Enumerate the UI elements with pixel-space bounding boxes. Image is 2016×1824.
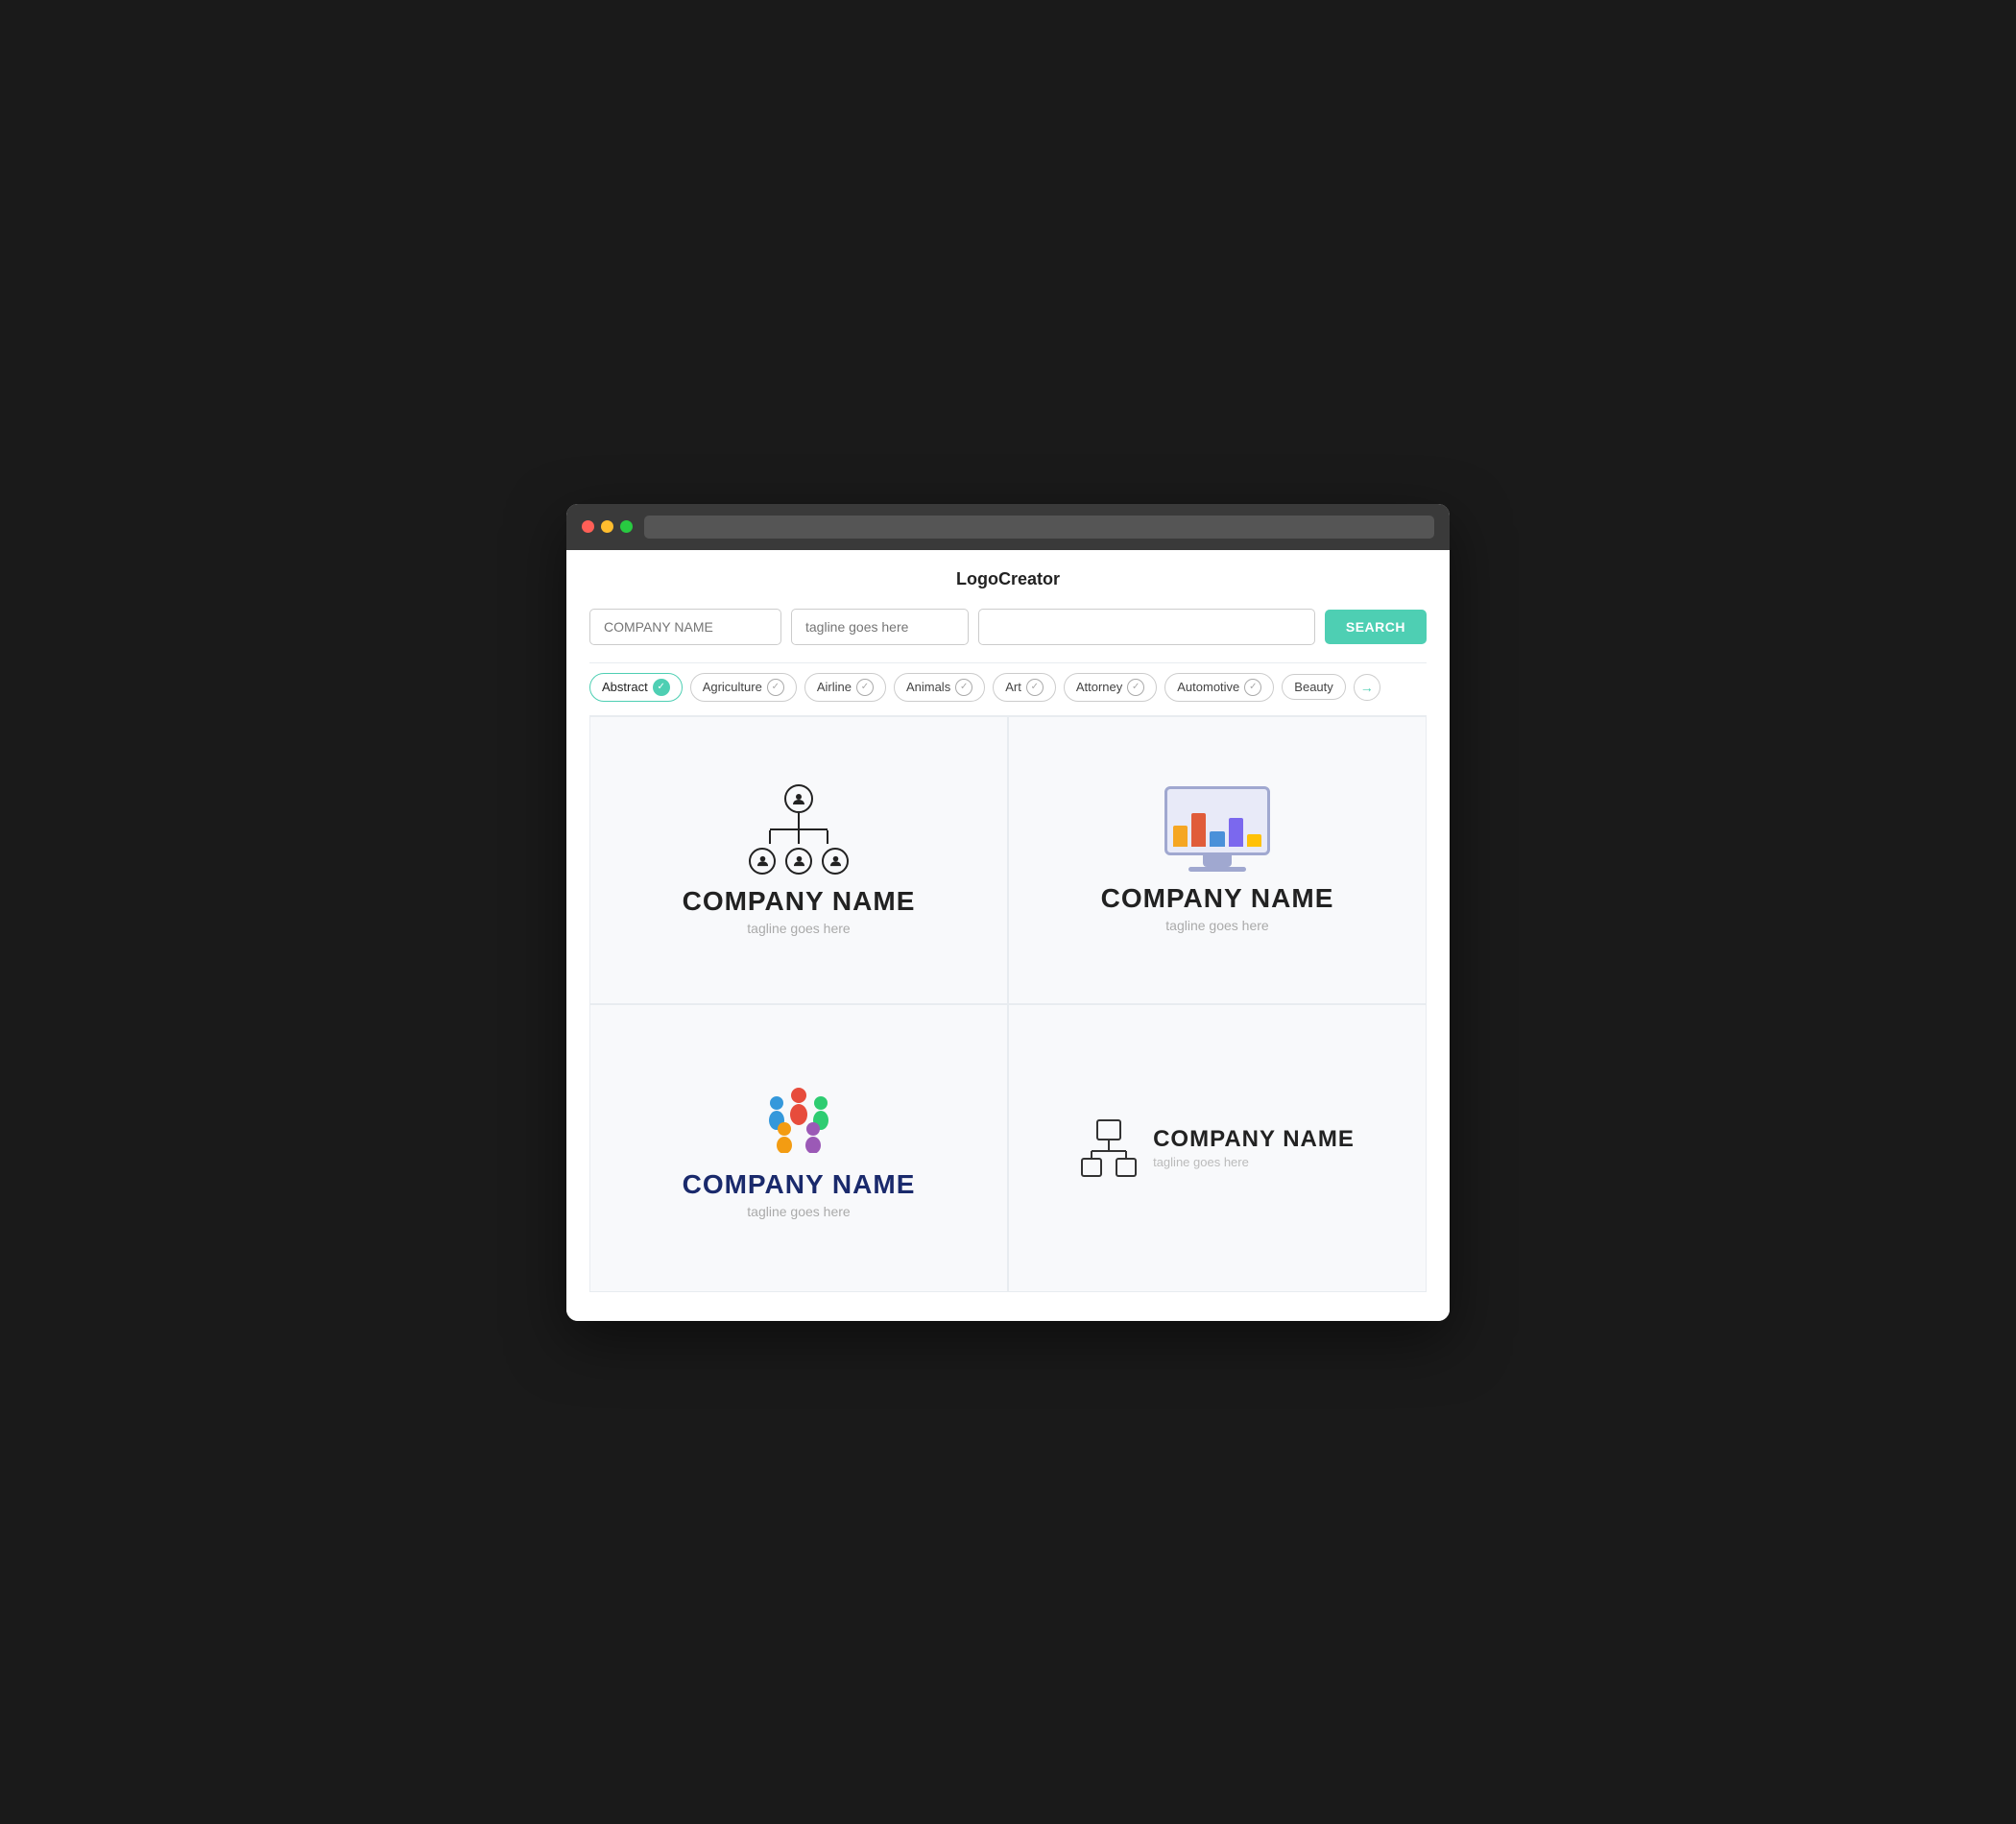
bar-4	[1229, 818, 1243, 847]
logo-card-4[interactable]: COMPANY NAME tagline goes here	[1008, 1004, 1427, 1292]
check-icon-art: ✓	[1026, 679, 1044, 696]
bar-2	[1191, 813, 1206, 847]
logo2-company-name: COMPANY NAME	[1101, 883, 1334, 914]
categories-next-button[interactable]: →	[1354, 674, 1380, 701]
maximize-button[interactable]	[620, 520, 633, 533]
colorful-people-icon	[756, 1076, 842, 1158]
address-bar[interactable]	[644, 516, 1434, 539]
logo1-tagline: tagline goes here	[747, 921, 850, 936]
logo3-tagline: tagline goes here	[747, 1204, 850, 1219]
browser-window: LogoCreator SEARCH Abstract ✓ Agricultur…	[566, 504, 1450, 1321]
tagline-input[interactable]	[791, 609, 969, 645]
logo4-tagline: tagline goes here	[1153, 1155, 1355, 1169]
bar-3	[1210, 831, 1224, 847]
logo3-company-name: COMPANY NAME	[683, 1169, 916, 1200]
network-icon	[1080, 1118, 1138, 1178]
check-icon-automotive: ✓	[1244, 679, 1261, 696]
logo4-wrapper: COMPANY NAME tagline goes here	[1080, 1118, 1355, 1178]
logo4-text-block: COMPANY NAME tagline goes here	[1153, 1126, 1355, 1169]
logo1-company-name: COMPANY NAME	[683, 886, 916, 917]
categories-row: Abstract ✓ Agriculture ✓ Airline ✓ Anima…	[589, 662, 1427, 716]
traffic-lights	[582, 520, 633, 533]
check-icon-agriculture: ✓	[767, 679, 784, 696]
close-button[interactable]	[582, 520, 594, 533]
category-animals[interactable]: Animals ✓	[894, 673, 985, 702]
extra-input[interactable]	[978, 609, 1315, 645]
app-content: LogoCreator SEARCH Abstract ✓ Agricultur…	[566, 550, 1450, 1321]
category-agriculture[interactable]: Agriculture ✓	[690, 673, 797, 702]
category-abstract[interactable]: Abstract ✓	[589, 673, 683, 702]
category-airline[interactable]: Airline ✓	[804, 673, 886, 702]
category-art-label: Art	[1005, 680, 1021, 694]
category-beauty[interactable]: Beauty	[1282, 674, 1345, 700]
category-animals-label: Animals	[906, 680, 950, 694]
category-automotive-label: Automotive	[1177, 680, 1239, 694]
app-title: LogoCreator	[589, 569, 1427, 589]
search-button[interactable]: SEARCH	[1325, 610, 1427, 644]
logo2-tagline: tagline goes here	[1165, 918, 1268, 933]
monitor-base	[1188, 867, 1246, 872]
category-abstract-label: Abstract	[602, 680, 648, 694]
check-icon-animals: ✓	[955, 679, 972, 696]
bar-1	[1173, 826, 1188, 847]
category-beauty-label: Beauty	[1294, 680, 1332, 694]
category-attorney[interactable]: Attorney ✓	[1064, 673, 1157, 702]
logo-card-2[interactable]: COMPANY NAME tagline goes here	[1008, 716, 1427, 1004]
monitor-stand	[1203, 855, 1232, 867]
search-row: SEARCH	[589, 609, 1427, 645]
category-automotive[interactable]: Automotive ✓	[1164, 673, 1274, 702]
browser-bar	[566, 504, 1450, 550]
logo-card-3[interactable]: COMPANY NAME tagline goes here	[589, 1004, 1008, 1292]
computer-icon	[1164, 786, 1270, 872]
minimize-button[interactable]	[601, 520, 613, 533]
company-name-input[interactable]	[589, 609, 781, 645]
check-icon-airline: ✓	[856, 679, 874, 696]
check-icon-attorney: ✓	[1127, 679, 1144, 696]
logo-card-1[interactable]: COMPANY NAME tagline goes here	[589, 716, 1008, 1004]
logo4-company-name: COMPANY NAME	[1153, 1126, 1355, 1153]
org-chart-icon	[749, 784, 849, 875]
category-art[interactable]: Art ✓	[993, 673, 1056, 702]
monitor-screen	[1167, 789, 1267, 852]
logos-grid: COMPANY NAME tagline goes here	[589, 716, 1427, 1292]
check-icon-abstract: ✓	[653, 679, 670, 696]
category-attorney-label: Attorney	[1076, 680, 1122, 694]
category-airline-label: Airline	[817, 680, 852, 694]
category-agriculture-label: Agriculture	[703, 680, 762, 694]
bar-5	[1247, 834, 1261, 848]
monitor	[1164, 786, 1270, 855]
